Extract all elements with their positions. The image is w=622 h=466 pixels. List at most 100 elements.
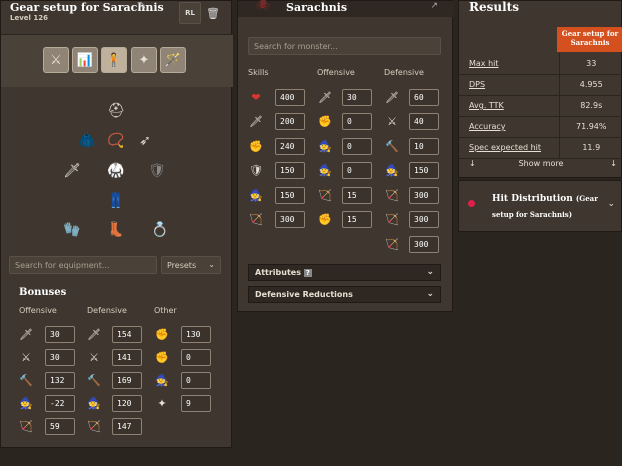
hitpoints-icon: ❤ xyxy=(251,90,261,104)
mon-off-strength: 0 xyxy=(342,113,372,130)
row-label: Avg. TTK xyxy=(459,95,559,117)
bonuses-title: Bonuses xyxy=(19,287,67,298)
arrow-down-icon: ↓ xyxy=(610,159,617,168)
skill-hitpoints[interactable]: 400 xyxy=(275,89,305,106)
mon-magic-dmg-icon: 🧙 xyxy=(318,163,332,177)
table-row: Avg. TTK 82.9s xyxy=(459,95,622,117)
bonus-other-label: Other xyxy=(154,306,177,315)
shield-slot-icon[interactable]: 🛡 xyxy=(146,158,168,184)
hit-distribution-panel[interactable]: Hit Distribution (Gear setup for Sarachn… xyxy=(458,180,622,232)
bonus-def-slash: 141 xyxy=(112,349,142,366)
bonus-off-magic: -22 xyxy=(45,395,75,412)
magic-skill-icon: 🧙 xyxy=(249,188,263,202)
mon-def-crush: 10 xyxy=(409,138,439,155)
mon-def-standard: 300 xyxy=(409,211,439,228)
help-icon[interactable]: ? xyxy=(303,269,312,277)
row-label: DPS xyxy=(459,74,559,96)
trash-icon[interactable]: 🗑 xyxy=(202,2,224,24)
row-value: 33 xyxy=(558,53,622,75)
bonus-other-prayer: 9 xyxy=(181,395,211,412)
bonus-def-stab: 154 xyxy=(112,326,142,343)
ranged-strength-icon: ✊ xyxy=(155,350,169,364)
mon-def-magic: 150 xyxy=(409,162,439,179)
results-table: Max hit 33 DPS 4.955 Avg. TTK 82.9s Accurac… xyxy=(459,53,622,159)
attributes-accordion[interactable]: Attributes ? ⌄ xyxy=(248,264,441,281)
skill-attack[interactable]: 200 xyxy=(275,113,305,130)
defence-icon: 🛡 xyxy=(249,163,263,177)
magic-icon: 🧙 xyxy=(19,396,33,410)
cape-slot-icon[interactable]: 🧥 xyxy=(76,128,98,154)
strength-icon: ✊ xyxy=(155,327,169,341)
monster-search-input[interactable]: Search for monster... xyxy=(248,37,441,55)
mon-def-slash: 40 xyxy=(409,113,439,130)
chevron-down-icon: ⌄ xyxy=(208,260,215,269)
mon-def-light: 300 xyxy=(409,187,439,204)
hands-slot-icon[interactable]: 🧤 xyxy=(61,217,83,243)
bonus-other-strength: 130 xyxy=(181,326,211,343)
tab-spellbook-icon[interactable]: 🪄 xyxy=(160,47,186,73)
mon-def-crush-icon: 🔨 xyxy=(385,139,399,153)
presets-dropdown[interactable]: Presets ⌄ xyxy=(161,256,221,274)
attack-icon: 🗡 xyxy=(249,114,263,128)
series-dot-icon xyxy=(468,200,475,207)
ammo-slot-icon[interactable]: ➶ xyxy=(134,128,156,154)
external-link-icon[interactable]: ↗ xyxy=(430,1,438,11)
tab-prayer-icon[interactable]: ✦ xyxy=(131,47,157,73)
presets-label: Presets xyxy=(167,261,197,270)
magic-damage-icon: 🧙 xyxy=(155,373,169,387)
rl-import-button[interactable]: RL xyxy=(179,2,201,24)
mon-off-ranged-str: 15 xyxy=(342,211,372,228)
results-column-header: Gear setup for Sarachnis xyxy=(557,27,622,52)
mon-ranged-icon: 🏹 xyxy=(318,188,332,202)
bonus-defensive-label: Defensive xyxy=(87,306,127,315)
equipment-search-input[interactable]: Search for equipment... xyxy=(9,256,157,274)
bonus-offensive-label: Offensive xyxy=(19,306,57,315)
bonus-off-slash: 30 xyxy=(45,349,75,366)
skill-ranged[interactable]: 300 xyxy=(275,211,305,228)
legs-slot-icon[interactable]: 👖 xyxy=(105,188,127,214)
tab-skills-icon[interactable]: 📊 xyxy=(72,47,98,73)
mon-off-magic: 0 xyxy=(342,138,372,155)
mon-def-heavy-icon: 🏹 xyxy=(385,237,399,251)
chevron-down-icon: ⌄ xyxy=(607,199,615,209)
neck-slot-icon[interactable]: 📿 xyxy=(105,128,127,154)
def-ranged-icon: 🏹 xyxy=(87,419,101,433)
table-row: Spec expected hit 11.9 xyxy=(459,137,622,159)
results-panel: Results Gear setup for Sarachnis Max hit… xyxy=(458,0,622,178)
results-title: Results xyxy=(469,0,519,14)
head-slot-icon[interactable]: ⛑ xyxy=(105,98,127,124)
gear-setup-panel: Gear setup for Sarachnis ✎ Level 126 RL … xyxy=(0,0,233,448)
tab-equipment-icon[interactable]: 🧍 xyxy=(101,47,127,73)
mon-strength-icon: ✊ xyxy=(318,114,332,128)
bonus-off-stab: 30 xyxy=(45,326,75,343)
table-row: Accuracy 71.94% xyxy=(459,116,622,138)
chevron-down-icon: ⌄ xyxy=(426,267,434,277)
mon-off-magic-dmg: 0 xyxy=(342,162,372,179)
mon-off-ranged: 15 xyxy=(342,187,372,204)
level-label: Level 126 xyxy=(10,14,48,22)
skill-magic[interactable]: 150 xyxy=(275,187,305,204)
body-slot-icon[interactable]: 🥋 xyxy=(105,158,127,184)
mon-def-slash-icon: ⚔ xyxy=(387,114,397,128)
mon-attack-icon: 🗡 xyxy=(318,90,332,104)
monster-title: Sarachnis xyxy=(286,1,348,14)
row-label: Spec expected hit xyxy=(459,137,559,159)
tab-combat-icon[interactable]: ⚔ xyxy=(43,47,69,73)
skill-defence[interactable]: 150 xyxy=(275,162,305,179)
weapon-slot-icon[interactable]: 🗡 xyxy=(61,158,83,184)
skill-strength[interactable]: 240 xyxy=(275,138,305,155)
mon-magic-icon: 🧙 xyxy=(318,139,332,153)
mon-def-light-icon: 🏹 xyxy=(385,188,399,202)
feet-slot-icon[interactable]: 👢 xyxy=(105,217,127,243)
ring-slot-icon[interactable]: 💍 xyxy=(149,217,171,243)
defensive-reductions-accordion[interactable]: Defensive Reductions ⌄ xyxy=(248,286,441,303)
mon-def-standard-icon: 🏹 xyxy=(385,212,399,226)
edit-icon[interactable]: ✎ xyxy=(138,1,146,12)
hit-distribution-title: Hit Distribution (Gear setup for Sarachn… xyxy=(492,191,612,223)
monster-offensive-label: Offensive xyxy=(317,68,355,77)
row-value: 4.955 xyxy=(558,74,622,96)
show-more-button[interactable]: ↓ Show more ↓ xyxy=(459,156,622,174)
hit-dist-title-text: Hit Distribution xyxy=(492,194,573,204)
mon-ranged-str-icon: ✊ xyxy=(318,212,332,226)
monster-panel: 🕷 Sarachnis ↗ Search for monster... Skil… xyxy=(237,0,454,312)
